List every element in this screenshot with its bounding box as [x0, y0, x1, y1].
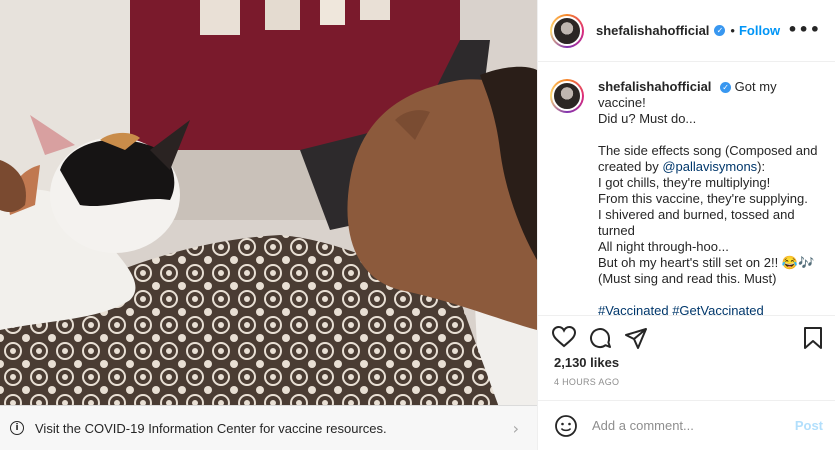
covid-info-bar[interactable]: i Visit the COVID-19 Information Center … — [0, 405, 537, 450]
separator-dot: • — [730, 23, 735, 38]
covid-info-text: Visit the COVID-19 Information Center fo… — [35, 420, 387, 436]
likes-count[interactable]: 2,130 likes — [554, 355, 619, 370]
lyric-line: (Must sing and read this. Must) — [598, 271, 777, 286]
lyric-line: turned — [598, 223, 635, 238]
share-icon[interactable] — [624, 326, 648, 350]
caption-username[interactable]: shefalishahofficial — [598, 79, 711, 94]
follow-button[interactable]: Follow — [739, 23, 780, 38]
lyric-line: From this vaccine, they're supplying. — [598, 191, 808, 206]
lyric-line: But oh my heart's still set on 2!! 😂🎶 — [598, 255, 815, 270]
caption-text: shefalishahofficial ✓ Got my vaccine! Di… — [598, 79, 820, 315]
verified-badge-icon: ✓ — [714, 25, 726, 36]
caption-body-1: The side effects song (Composed and — [598, 143, 818, 158]
post-media[interactable]: i Visit the COVID-19 Information Center … — [0, 0, 537, 450]
avatar[interactable] — [550, 13, 584, 48]
comment-box: Post — [538, 400, 835, 450]
lyric-line: I shivered and burned, tossed and — [598, 207, 795, 222]
mention-suffix: ): — [757, 159, 766, 174]
comment-icon[interactable] — [588, 326, 612, 350]
hashtags-link[interactable]: #Vaccinated #GetVaccinated — [598, 303, 820, 315]
lyric-line: All night through-hoo... — [598, 239, 729, 254]
post-timestamp[interactable]: 4 HOURS AGO — [554, 377, 619, 387]
more-options-icon[interactable]: ••• — [787, 20, 821, 39]
post-sidebar: shefalishahofficial ✓ • Follow ••• shefa… — [537, 0, 835, 450]
action-bar — [538, 315, 835, 355]
lyric-line: I got chills, they're multiplying! — [598, 175, 771, 190]
instagram-post: i Visit the COVID-19 Information Center … — [0, 0, 835, 450]
bookmark-icon[interactable] — [803, 326, 823, 350]
emoji-icon[interactable] — [554, 414, 578, 438]
heart-icon[interactable] — [552, 326, 576, 348]
chevron-right-icon: › — [512, 419, 519, 438]
comment-input[interactable] — [592, 418, 782, 433]
mention-link[interactable]: @pallavisymons — [662, 159, 757, 174]
caption-body-2: created by — [598, 159, 663, 174]
post-comment-button[interactable]: Post — [795, 418, 823, 433]
post-photo — [0, 0, 537, 450]
post-header: shefalishahofficial ✓ • Follow ••• — [538, 0, 835, 62]
caption-avatar[interactable] — [550, 79, 584, 113]
info-icon: i — [10, 421, 24, 435]
caption-verified-icon: ✓ — [720, 82, 732, 94]
username-link[interactable]: shefalishahofficial — [596, 23, 709, 38]
caption-line-1: Did u? Must do... — [598, 111, 697, 126]
caption-area: shefalishahofficial ✓ Got my vaccine! Di… — [538, 63, 835, 315]
